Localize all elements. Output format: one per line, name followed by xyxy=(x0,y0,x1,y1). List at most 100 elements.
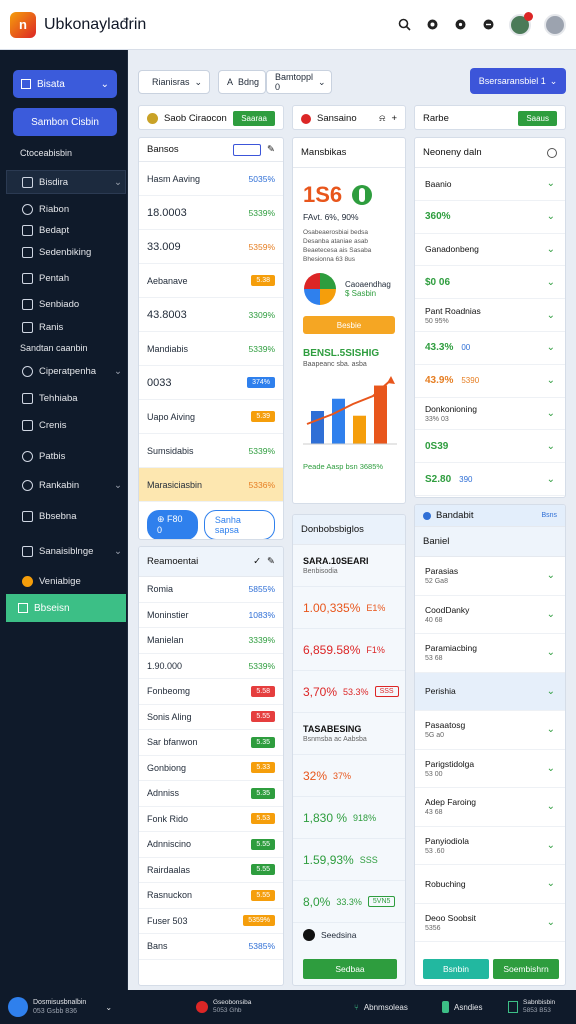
sidebar-item-9[interactable]: Crenis xyxy=(22,416,122,434)
col1-header-button[interactable]: Saaraa xyxy=(233,111,275,126)
sidebar-secondary-button[interactable]: Sambon Cisbin xyxy=(13,108,117,136)
chevron-down-icon[interactable]: ⌄ xyxy=(547,474,555,485)
chevron-down-icon[interactable]: ⌄ xyxy=(547,342,555,353)
chevron-down-icon[interactable]: ⌄ xyxy=(547,244,555,255)
sidebar-item-8[interactable]: Tehhiaba xyxy=(22,389,122,407)
list-item[interactable]: Rasnuckon 5.55 xyxy=(139,883,283,909)
list-item[interactable]: 8,0% 33.3% 5VN5 xyxy=(293,881,405,923)
green-button[interactable]: Soembishrn xyxy=(493,959,559,979)
list-item[interactable]: Adnniscino 5.55 xyxy=(139,832,283,858)
list-item[interactable]: 18.0003 5339% xyxy=(139,196,283,230)
toggle-button[interactable] xyxy=(233,143,262,156)
list-item[interactable]: Panyiodiola 53 .60 ⌄ xyxy=(415,827,565,865)
list-item[interactable]: Parigstidolga 53 00 ⌄ xyxy=(415,750,565,788)
chevron-down-icon[interactable]: ⌄ xyxy=(547,878,555,889)
app-logo[interactable]: n xyxy=(10,11,36,38)
list-item[interactable]: 1.00,335% E1% xyxy=(293,587,405,629)
bell-icon[interactable]: ⍾ xyxy=(379,113,385,124)
chevron-down-icon[interactable]: ⌄ xyxy=(547,647,555,658)
list-item[interactable]: CoodDanky 40 68 ⌄ xyxy=(415,596,565,634)
sidebar-item-12[interactable]: Bbsebna xyxy=(22,507,122,525)
chevron-down-icon[interactable]: ⌄ xyxy=(547,441,555,452)
chevron-down-icon[interactable]: ⌄ xyxy=(547,801,555,812)
list-item[interactable]: Gonbiong 5.33 xyxy=(139,756,283,781)
list-item[interactable]: Baanio ⌄ xyxy=(415,168,565,201)
profile-avatar[interactable] xyxy=(544,13,566,36)
list-item[interactable]: Parasias 52 Ga8 ⌄ xyxy=(415,557,565,596)
chevron-down-icon[interactable]: ⌄ xyxy=(547,310,555,321)
sidebar-item-11[interactable]: Rankabin ⌄ xyxy=(22,476,122,494)
filter-a[interactable]: A Bdng xyxy=(218,70,266,94)
list-item[interactable]: TASABESING Bsnmsba ac Aabsba xyxy=(293,713,405,755)
chevron-down-icon[interactable]: ⌄ xyxy=(547,763,555,774)
bottom-mid[interactable]: Gseobonsiba 5053 Ghb xyxy=(196,999,251,1016)
list-item[interactable]: Romia 5855% xyxy=(139,577,283,603)
sidebar-item-active[interactable]: Bbseisn xyxy=(6,594,126,622)
list-item[interactable]: Sar bfanwon 5.35 xyxy=(139,730,283,756)
list-item[interactable]: 33.009 5359% xyxy=(139,230,283,264)
list-item[interactable]: Paramiacbing 53 68 ⌄ xyxy=(415,634,565,673)
info-icon[interactable] xyxy=(547,147,557,158)
list-item[interactable]: Fonbeomg 5.58 xyxy=(139,679,283,705)
col2-bottom-button[interactable]: Sedbaa xyxy=(303,959,397,979)
list-item[interactable]: 1.90.000 5339% xyxy=(139,654,283,679)
list-item[interactable]: Perishia ⌄ xyxy=(415,672,565,711)
list-item[interactable]: SARA.10SEARI Benbisodia xyxy=(293,545,405,587)
chevron-down-icon[interactable]: ⌄ xyxy=(547,609,555,620)
list-item[interactable]: S2.80 390 ⌄ xyxy=(415,463,565,496)
list-item[interactable]: $0 06 ⌄ xyxy=(415,266,565,300)
list-item[interactable]: Rairdaalas 5.55 xyxy=(139,858,283,883)
edit-icon[interactable]: ✎ xyxy=(267,144,275,155)
list-item[interactable]: Fuser 503 5359% xyxy=(139,909,283,934)
search-field[interactable]: Rianisras ⌄ xyxy=(138,70,210,94)
list-item[interactable]: Fonk Rido 5.53 xyxy=(139,807,283,832)
teal-button[interactable]: Bsnbin xyxy=(423,959,489,979)
list-item[interactable]: 360% ⌄ xyxy=(415,201,565,234)
primary-pill-button[interactable]: ⊕ F80 0 xyxy=(147,510,198,539)
orange-action-button[interactable]: Besbie xyxy=(303,316,395,335)
list-item[interactable]: Hasm Aaving 5035% xyxy=(139,162,283,196)
list-item[interactable]: Adnniss 5.35 xyxy=(139,781,283,807)
list-item[interactable]: 32% 37% xyxy=(293,755,405,797)
list-item[interactable]: Manielan 3339% xyxy=(139,628,283,654)
check-icon[interactable]: ✓ xyxy=(253,556,261,567)
chevron-down-icon[interactable]: ⌄ xyxy=(547,686,555,697)
user-avatar[interactable] xyxy=(509,11,533,36)
list-item[interactable]: 43.8003 3309% xyxy=(139,298,283,332)
list-item[interactable]: Aebanave 5.38 xyxy=(139,264,283,298)
chevron-down-icon[interactable]: ⌄ xyxy=(547,408,555,419)
edit-icon[interactable]: ✎ xyxy=(267,556,275,567)
sidebar-item-3[interactable]: Sedenbiking xyxy=(22,243,122,261)
bottom-r1[interactable]: ⑂ Abnmsoleas xyxy=(354,1003,408,1012)
list-item[interactable]: 6,859.58% F1% xyxy=(293,629,405,671)
sidebar-item-13[interactable]: Sanaisiblnge ⌄ xyxy=(22,542,122,560)
list-item[interactable]: Donkonioning 33% 03 ⌄ xyxy=(415,398,565,431)
chevron-down-icon[interactable]: ⌄ xyxy=(547,277,555,288)
list-item[interactable]: 43.3% 00 ⌄ xyxy=(415,332,565,365)
settings-icon[interactable] xyxy=(425,17,440,32)
bottom-user[interactable]: Dosmisusbnalbin 053 Gsbb 836 ⌄ xyxy=(8,997,112,1017)
chevron-down-icon[interactable]: ⌄ xyxy=(547,724,555,735)
list-item[interactable]: Robuching ⌄ xyxy=(415,865,565,904)
sidebar-item-1[interactable]: Riabon xyxy=(22,200,122,218)
list-item[interactable]: Pasaatosg 5G a0 ⌄ xyxy=(415,711,565,750)
secondary-pill-button[interactable]: Sanha sapsa xyxy=(203,510,275,539)
list-item[interactable]: Deoo Soobsit 5356 ⌄ xyxy=(415,904,565,942)
add-icon[interactable]: + xyxy=(391,113,397,124)
sidebar-item-14[interactable]: Veniabige xyxy=(22,572,122,590)
sidebar-item-4[interactable]: Pentah xyxy=(22,269,122,287)
help-icon[interactable] xyxy=(453,17,468,32)
list-item[interactable]: 3,70% 53.3% SSS xyxy=(293,671,405,713)
search-icon[interactable] xyxy=(397,17,412,32)
sidebar-top-button[interactable]: Bisata ⌄ xyxy=(13,70,117,98)
chevron-down-icon[interactable]: ⌄ xyxy=(547,840,555,851)
bottom-r2[interactable]: Asndies xyxy=(442,1001,482,1013)
chevron-down-icon[interactable]: ⌄ xyxy=(547,178,555,189)
list-item-highlighted[interactable]: Marasiciasbin 5336% xyxy=(139,468,283,502)
list-item[interactable]: Adep Faroing 43 68 ⌄ xyxy=(415,788,565,827)
sidebar-item-10[interactable]: Patbis xyxy=(22,447,122,465)
chevron-down-icon[interactable]: ⌄ xyxy=(547,570,555,581)
list-item[interactable]: Sumsidabis 5339% xyxy=(139,434,283,468)
sidebar-item-5[interactable]: Senbiado xyxy=(22,295,122,313)
sidebar-item-selected[interactable]: Bisdira ⌄ xyxy=(22,173,122,191)
